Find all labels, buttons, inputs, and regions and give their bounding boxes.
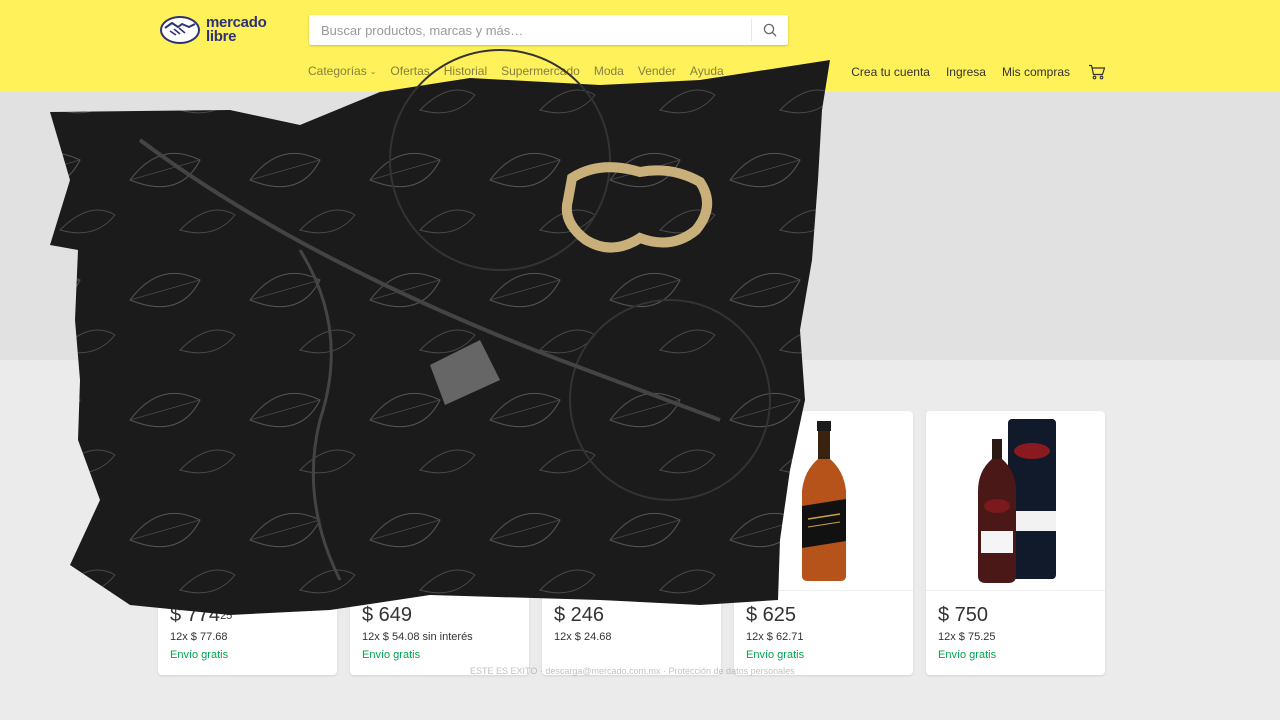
product-price: $ 649 [362, 603, 517, 627]
nav-categories[interactable]: Categorías ⌄ [308, 64, 376, 78]
product-image-rum [926, 411, 1105, 591]
product-price: $ 750 [938, 603, 1093, 627]
header: mercado libre Categorías⌄ Ofertas Histor… [0, 0, 1280, 92]
nav-vender[interactable]: Vender [638, 64, 676, 78]
nav-moda[interactable]: Moda [594, 64, 624, 78]
price-value: $ 774 [170, 604, 221, 626]
search-button[interactable] [752, 15, 788, 45]
free-shipping: Envío gratis [362, 649, 421, 661]
installments: 12x $ 24.68 [554, 631, 612, 643]
nav-historial[interactable]: Historial [444, 64, 487, 78]
installments: 12x $ 54.08 sin interés [362, 631, 473, 643]
footer-text: ESTE ES EXITO · descarga@mercado.com.mx … [470, 666, 795, 676]
price-value: $ 750 [938, 604, 989, 626]
price-value: $ 649 [362, 604, 413, 626]
nav-supermercado[interactable]: Supermercado [501, 64, 580, 78]
product-card[interactable]: $ 246 12x $ 24.68 [542, 411, 721, 675]
installments: 12x $ 62.71 [746, 631, 804, 643]
product-price: $ 625 [746, 603, 901, 627]
price-value: $ 246 [554, 604, 605, 626]
product-price: $ 77425 [170, 603, 325, 627]
free-shipping: Envío gratis [746, 649, 805, 661]
product-price: $ 246 [554, 603, 709, 627]
create-account-link[interactable]: Crea tu cuenta [851, 65, 930, 79]
product-image [542, 411, 721, 591]
nav-ofertas[interactable]: Ofertas [390, 64, 429, 78]
installments: 12x $ 77.68 [170, 631, 228, 643]
mercadolibre-logo[interactable]: mercado libre [160, 13, 270, 47]
product-card[interactable]: $ 649 12x $ 54.08 sin interés Envío grat… [350, 411, 529, 675]
my-purchases-link[interactable]: Mis compras [1002, 65, 1070, 79]
product-card[interactable]: $ 77425 12x $ 77.68 Envío gratis [158, 411, 337, 675]
nav-ayuda[interactable]: Ayuda [690, 64, 724, 78]
nav-categories-label: Categorías [308, 64, 367, 78]
logo-text: mercado libre [206, 15, 267, 45]
free-shipping: Envío gratis [938, 649, 997, 661]
free-shipping: Envío gratis [170, 649, 229, 661]
search-icon [763, 23, 777, 37]
product-image [350, 411, 529, 591]
installments: 12x $ 75.25 [938, 631, 996, 643]
product-card[interactable]: $ 625 12x $ 62.71 Envío gratis [734, 411, 913, 675]
search-bar [309, 15, 788, 45]
handshake-logo-icon [160, 16, 200, 44]
product-card[interactable]: $ 750 12x $ 75.25 Envío gratis [926, 411, 1105, 675]
chevron-down-icon: ⌄ [369, 66, 377, 76]
product-image [158, 411, 337, 591]
product-image-whisky [734, 411, 913, 591]
price-value: $ 625 [746, 604, 797, 626]
account-nav: Crea tu cuenta Ingresa Mis compras [835, 64, 1106, 80]
whisky-bottle-image [802, 421, 846, 581]
main-nav: Categorías ⌄ Ofertas Historial Supermerca… [308, 64, 738, 78]
product-carousel: $ 77425 12x $ 77.68 Envío gratis $ 649 1… [158, 411, 1105, 675]
price-cents: 25 [220, 610, 233, 622]
hero-banner[interactable] [0, 92, 1280, 360]
rum-bottle-image [978, 419, 1056, 583]
cart-icon[interactable] [1088, 64, 1106, 80]
logo-line2: libre [206, 28, 237, 45]
search-input[interactable] [309, 15, 751, 45]
login-link[interactable]: Ingresa [946, 65, 986, 79]
